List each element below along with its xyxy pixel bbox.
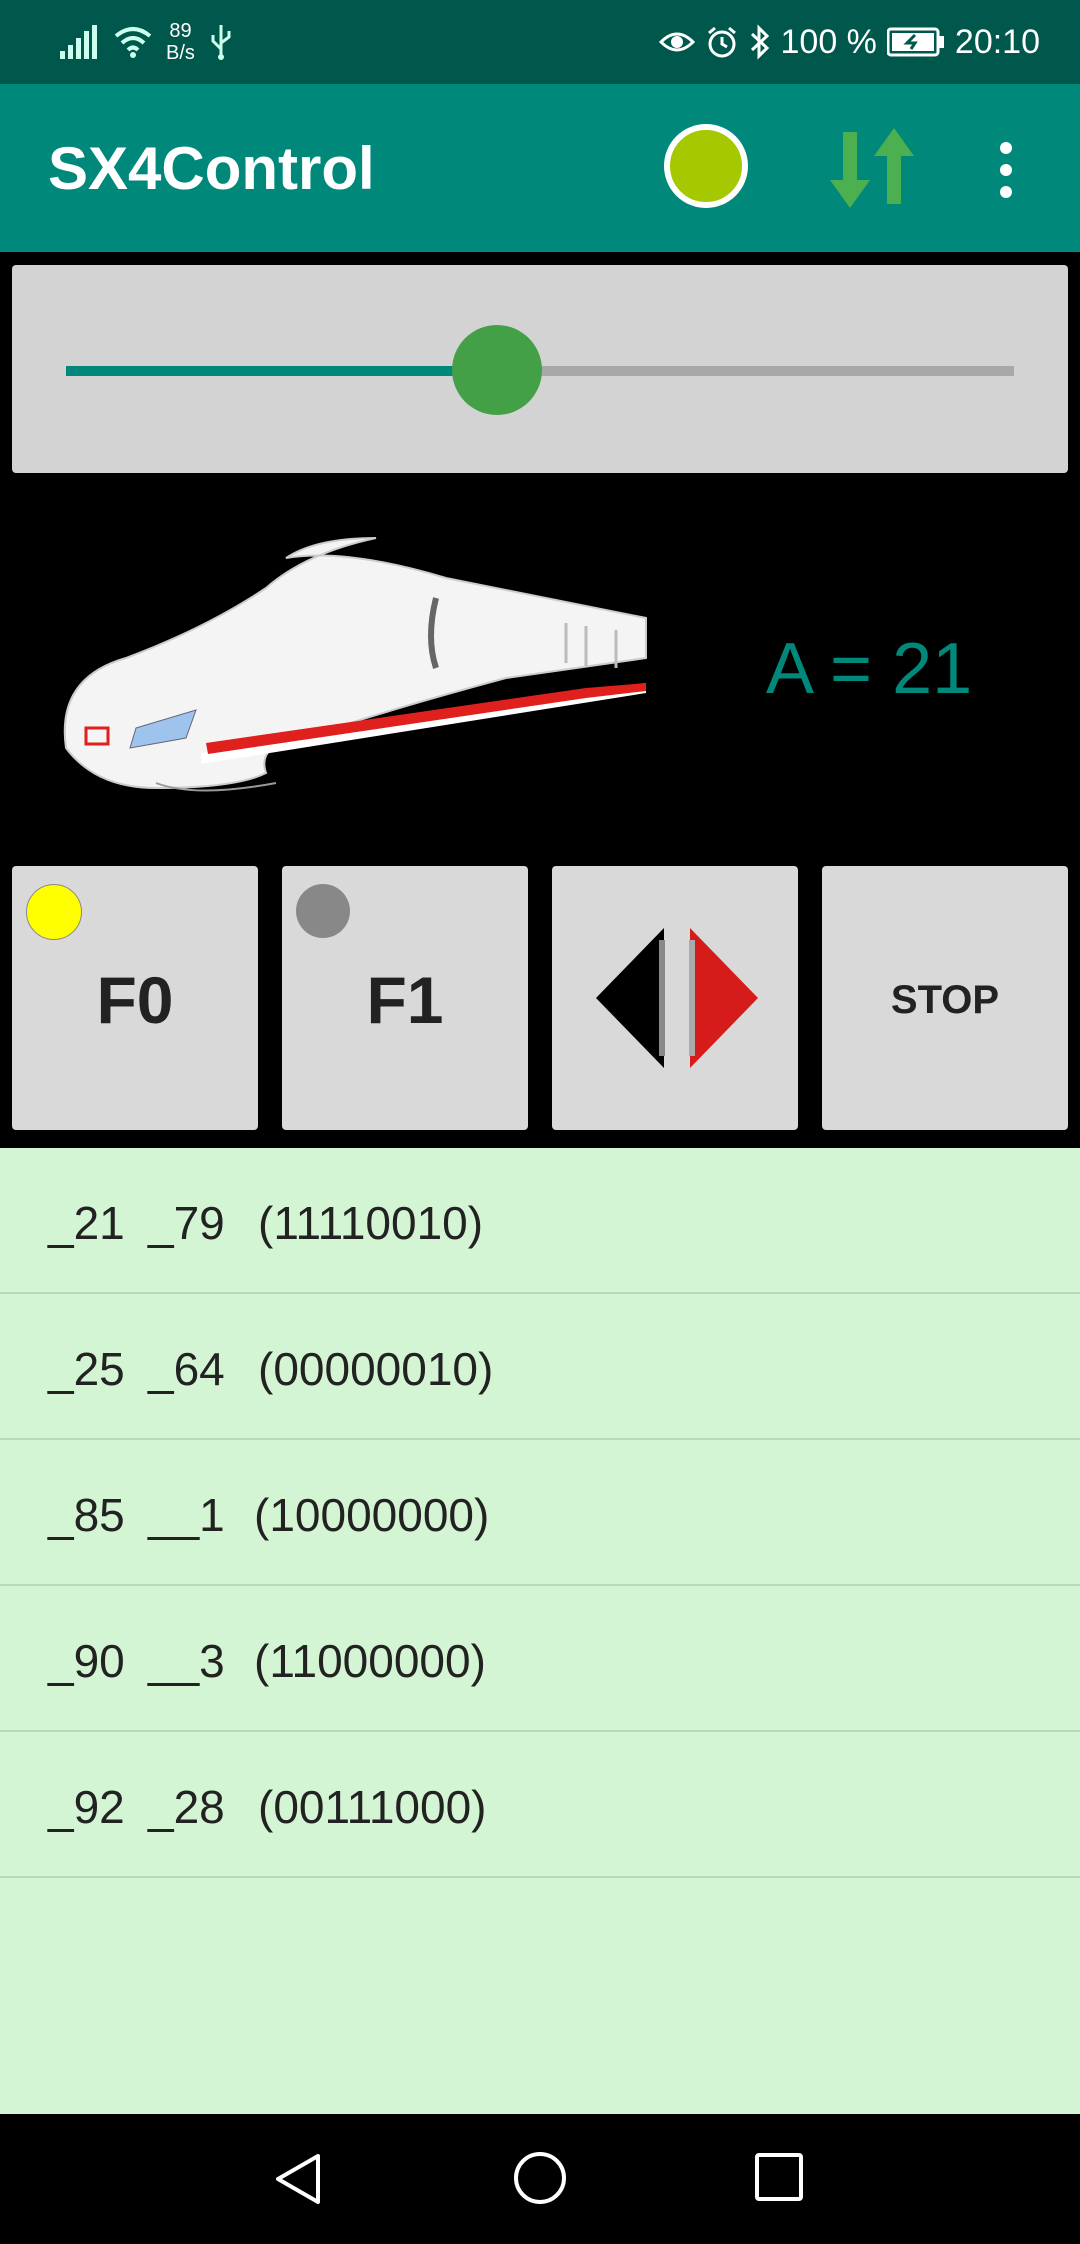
status-bar: 89 B/s 100 % 20:10 [0, 0, 1080, 84]
channel-bits: (11110010) [258, 1197, 484, 1249]
list-item[interactable]: _85 __1 (10000000) [0, 1440, 1080, 1586]
stop-label: STOP [890, 978, 1000, 1022]
list-item[interactable]: _25 _64 (00000010) [0, 1294, 1080, 1440]
net-speed-value: 89 [169, 20, 192, 42]
home-icon[interactable] [512, 2150, 568, 2206]
speed-slider-panel [12, 265, 1068, 473]
battery-percent: 100 % [780, 22, 877, 61]
loco-display: A = 21 [0, 488, 1080, 848]
channel-address: _92 [48, 1781, 125, 1833]
f0-label: F0 [96, 963, 174, 1037]
channel-address: _25 [48, 1343, 125, 1395]
usb-icon [211, 25, 231, 60]
list-item[interactable]: _21 _79 (11110010) [0, 1148, 1080, 1294]
direction-arrows-icon [596, 928, 758, 1068]
channel-value: _79 [148, 1197, 225, 1249]
transfer-arrows-icon[interactable] [826, 122, 918, 214]
slider-thumb[interactable] [452, 325, 543, 415]
battery-icon [886, 27, 944, 57]
channel-address: _85 [48, 1489, 125, 1541]
alarm-icon [707, 26, 736, 58]
stop-button[interactable]: STOP [822, 866, 1068, 1130]
navigation-bar [0, 2114, 1080, 2244]
wifi-icon [114, 27, 152, 58]
loco-address: A = 21 [766, 629, 973, 709]
channel-value: __1 [148, 1489, 225, 1541]
overflow-menu-icon[interactable] [996, 140, 1016, 200]
slider-track-fill [66, 366, 498, 376]
clock: 20:10 [954, 22, 1040, 61]
f1-indicator [296, 884, 350, 938]
direction-button[interactable] [552, 866, 798, 1130]
channel-bits: (11000000) [254, 1635, 486, 1687]
signal-icon [60, 25, 97, 59]
net-speed: 89 B/s [166, 20, 195, 64]
list-item[interactable]: _90 __3 (11000000) [0, 1586, 1080, 1732]
f0-button[interactable]: F0 [12, 866, 258, 1130]
connection-status-indicator[interactable] [664, 124, 748, 208]
eye-icon [658, 32, 695, 52]
app-bar: SX4Control [0, 84, 1080, 252]
channel-bits: (00111000) [258, 1781, 487, 1833]
channel-address: _90 [48, 1635, 125, 1687]
f1-label: F1 [366, 963, 444, 1037]
channel-value: _64 [148, 1343, 225, 1395]
channel-list: _21 _79 (11110010) _25 _64 (00000010) _8… [0, 1148, 1080, 2114]
channel-address: _21 [48, 1197, 125, 1249]
f0-indicator [26, 884, 82, 940]
channel-value: _28 [148, 1781, 225, 1833]
channel-bits: (00000010) [258, 1343, 494, 1395]
channel-value: __3 [148, 1635, 225, 1687]
list-item[interactable]: _92 _28 (00111000) [0, 1732, 1080, 1878]
channel-bits: (10000000) [254, 1489, 490, 1541]
app-title: SX4Control [48, 135, 375, 202]
net-speed-unit: B/s [166, 42, 195, 64]
f1-button[interactable]: F1 [282, 866, 528, 1130]
recent-apps-icon[interactable] [754, 2152, 804, 2202]
train-image [63, 537, 647, 792]
bluetooth-icon [750, 24, 769, 60]
back-icon[interactable] [272, 2152, 326, 2206]
